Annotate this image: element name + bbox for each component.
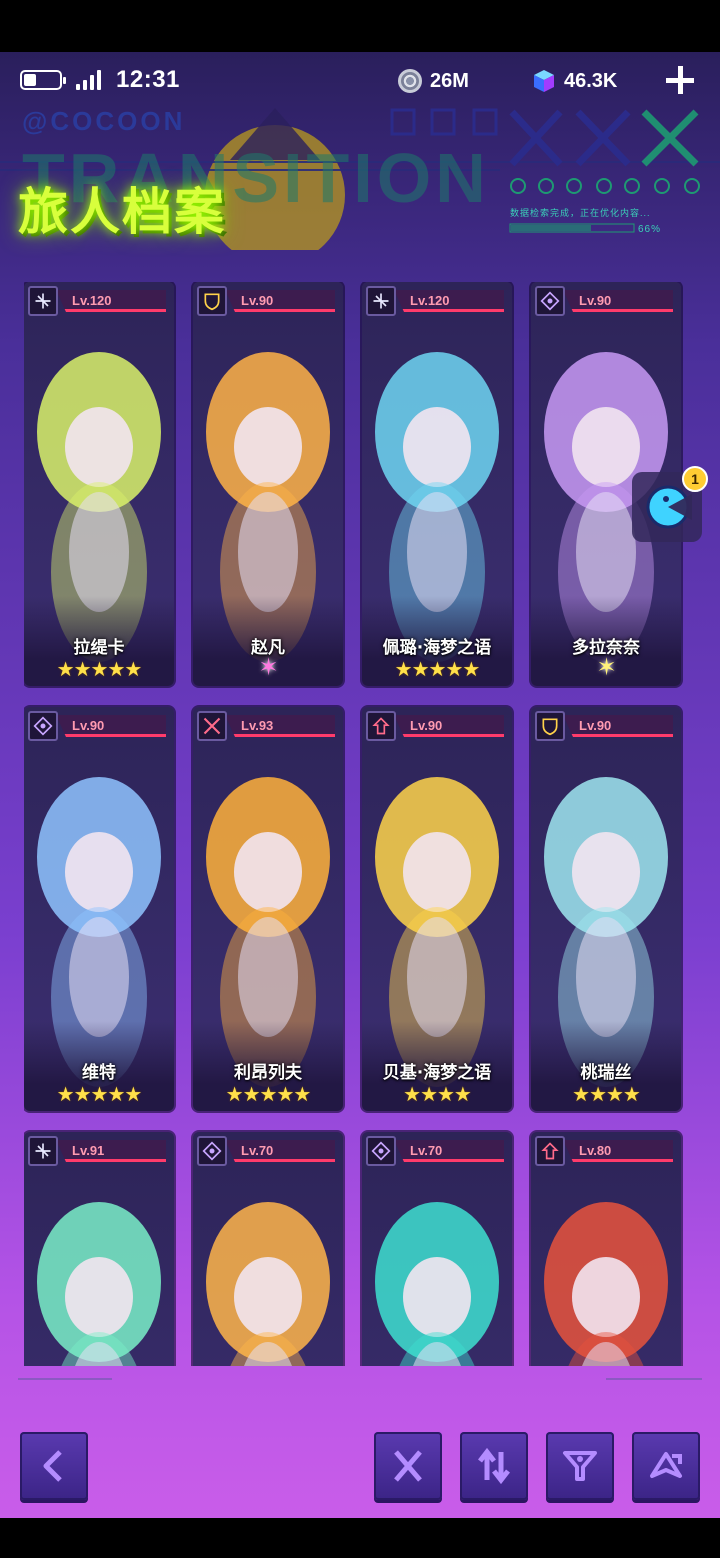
- clock: 12:31: [116, 66, 180, 93]
- coin-amount: 26M: [430, 69, 469, 92]
- filter-funnel-icon: [563, 1451, 597, 1481]
- star-rating: ★★★★: [403, 1084, 472, 1106]
- mage-icon: [28, 711, 58, 741]
- level-label: Lv.90: [579, 718, 612, 733]
- sort-arrows-icon: [478, 1447, 510, 1485]
- chevron-left-icon: [43, 1450, 62, 1482]
- sort-button[interactable]: [460, 1432, 528, 1500]
- character-card[interactable]: Lv.90 维特 ★★★★★: [24, 707, 174, 1111]
- character-card[interactable]: Lv.90 桃瑞丝 ★★★★: [531, 707, 681, 1111]
- scroll-divider-left: [18, 1378, 112, 1386]
- star-rating: ✶: [258, 654, 278, 681]
- swords-icon: [197, 711, 227, 741]
- scroll-divider-right: [606, 1378, 702, 1386]
- notification-badge: 1: [682, 466, 708, 492]
- level-label: Lv.70: [410, 1143, 443, 1158]
- tag-heart-icon: [650, 1452, 682, 1478]
- character-name: 贝基·海梦之语: [382, 1063, 492, 1083]
- deco-brand: @COCOON: [22, 106, 186, 136]
- mage-icon: [535, 286, 565, 316]
- archer-icon: [28, 1136, 58, 1166]
- page-title: 旅人档案: [18, 183, 226, 241]
- coin-counter[interactable]: 26M: [398, 66, 469, 96]
- character-card[interactable]: Lv.90 赵凡 ✶: [193, 282, 343, 686]
- archer-icon: [28, 286, 58, 316]
- back-button[interactable]: [20, 1432, 88, 1500]
- character-name: 利昂列夫: [234, 1063, 302, 1083]
- star-rating: ★★★★: [572, 1084, 641, 1106]
- character-card[interactable]: Lv.91: [24, 1132, 174, 1366]
- character-portrait: [362, 1132, 512, 1366]
- character-card[interactable]: Lv.80: [531, 1132, 681, 1366]
- star-rating: ★★★★★: [394, 659, 481, 681]
- gem-amount: 46.3K: [564, 69, 618, 92]
- character-card[interactable]: Lv.70: [362, 1132, 512, 1366]
- support-icon: [366, 711, 396, 741]
- shield-icon: [197, 286, 227, 316]
- level-label: Lv.93: [241, 718, 274, 733]
- mage-icon: [197, 1136, 227, 1166]
- level-label: Lv.90: [410, 718, 443, 733]
- add-currency-button[interactable]: [664, 64, 696, 96]
- deco-percent: 66%: [638, 224, 662, 235]
- character-card[interactable]: Lv.120 拉缇卡 ★★★★★: [24, 282, 174, 686]
- character-name: 桃瑞丝: [580, 1063, 632, 1083]
- character-name: 拉缇卡: [73, 638, 125, 658]
- level-label: Lv.90: [241, 293, 274, 308]
- character-name: 维特: [82, 1063, 116, 1083]
- star-rating: ✶: [596, 654, 616, 681]
- filter-button[interactable]: [546, 1432, 614, 1500]
- level-label: Lv.90: [579, 293, 612, 308]
- signal-icon: [76, 70, 101, 90]
- mage-icon: [366, 1136, 396, 1166]
- archer-icon: [366, 286, 396, 316]
- support-icon: [535, 1136, 565, 1166]
- star-rating: ★★★★★: [56, 659, 143, 681]
- gem-counter[interactable]: 46.3K: [532, 66, 617, 96]
- character-portrait: [193, 1132, 343, 1366]
- character-name: 佩璐·海梦之语: [382, 638, 492, 658]
- crossed-swords-icon: [394, 1450, 422, 1482]
- deco-status: 数据检索完成，正在优化内容...: [510, 208, 651, 218]
- character-grid[interactable]: Lv.120 拉缇卡 ★★★★★ Lv.90 赵凡 ✶ Lv.120 佩璐·海梦之语 ★★★★★…: [24, 282, 684, 1366]
- favorite-button[interactable]: [632, 1432, 700, 1500]
- star-rating: ★★★★★: [225, 1084, 312, 1106]
- level-label: Lv.120: [72, 293, 112, 308]
- battery-icon: [20, 70, 66, 90]
- level-label: Lv.90: [72, 718, 105, 733]
- level-label: Lv.80: [579, 1143, 612, 1158]
- shield-icon: [535, 711, 565, 741]
- star-rating: ★★★★★: [56, 1084, 143, 1106]
- gem-cube-icon: [534, 70, 554, 92]
- level-label: Lv.70: [241, 1143, 274, 1158]
- character-card[interactable]: Lv.93 利昂列夫 ★★★★★: [193, 707, 343, 1111]
- character-card[interactable]: Lv.90 贝基·海梦之语 ★★★★: [362, 707, 512, 1111]
- coin-icon: [398, 69, 422, 93]
- character-portrait: [24, 1132, 174, 1366]
- level-label: Lv.91: [72, 1143, 105, 1158]
- cross-button[interactable]: [374, 1432, 442, 1500]
- status-bar: 12:31 26M 46.3K: [0, 60, 720, 100]
- level-label: Lv.120: [410, 293, 450, 308]
- character-card[interactable]: Lv.120 佩璐·海梦之语 ★★★★★: [362, 282, 512, 686]
- top-letterbox: [0, 0, 720, 52]
- character-card[interactable]: Lv.70: [193, 1132, 343, 1366]
- bottom-letterbox: [0, 1518, 720, 1558]
- character-portrait: [531, 1132, 681, 1366]
